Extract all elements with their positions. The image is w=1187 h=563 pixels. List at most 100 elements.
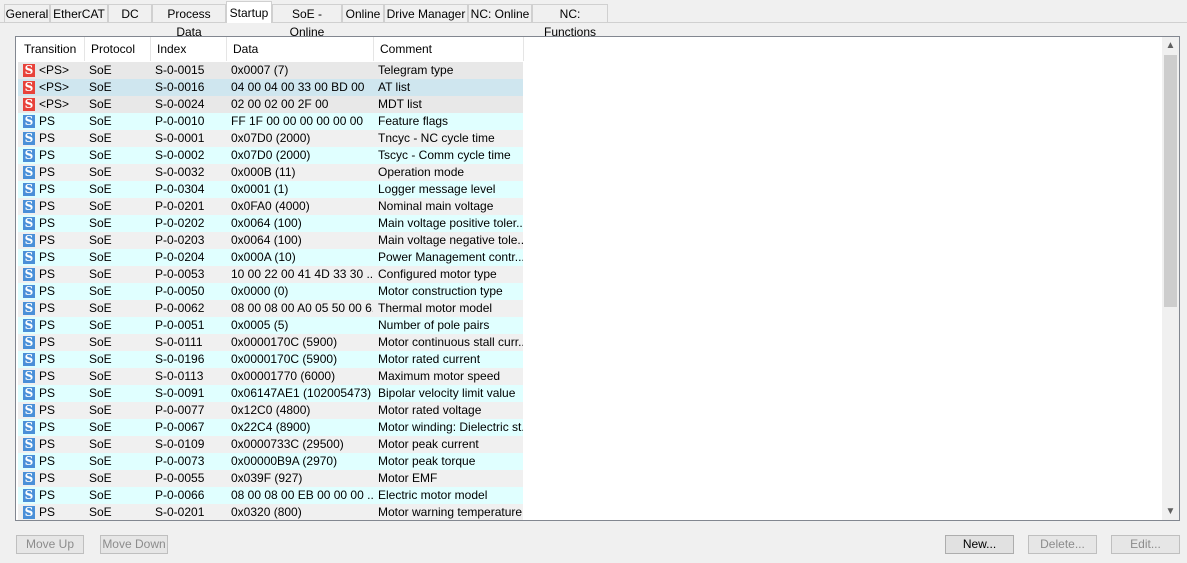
cell-data: 0x0064 (100) [231, 216, 302, 230]
table-row[interactable]: S PS SoE P-0-0051 0x0005 (5) Number of pole p… [18, 317, 523, 334]
table-row[interactable]: S PS SoE P-0-0010 FF 1F 00 00 00 00 00 00 Fea… [18, 113, 523, 130]
scroll-up-arrow-icon[interactable]: ▲ [1162, 37, 1179, 54]
table-row[interactable]: S PS SoE S-0-0001 0x07D0 (2000) Tncyc - NC cy… [18, 130, 523, 147]
table-row[interactable]: S PS SoE P-0-0304 0x0001 (1) Logger message l… [18, 181, 523, 198]
tab-nc-online[interactable]: NC: Online [468, 4, 532, 22]
table-row[interactable]: S PS SoE P-0-0073 0x00000B9A (2970) Motor pea… [18, 453, 523, 470]
cell-protocol: SoE [89, 63, 112, 77]
cell-index: S-0-0196 [155, 352, 205, 366]
cell-index: S-0-0002 [155, 148, 205, 162]
move-up-button[interactable]: Move Up [16, 535, 84, 554]
table-row[interactable]: S PS SoE S-0-0002 0x07D0 (2000) Tscyc - Comm … [18, 147, 523, 164]
new-button[interactable]: New... [945, 535, 1014, 554]
column-header-comment[interactable]: Comment [374, 37, 524, 61]
column-header-protocol[interactable]: Protocol [85, 37, 151, 61]
cell-transition: PS [39, 284, 56, 298]
table-row[interactable]: S PS SoE S-0-0201 0x0320 (800) Motor warning … [18, 504, 523, 520]
soe-icon: S [23, 352, 35, 366]
move-down-button[interactable]: Move Down [100, 535, 168, 554]
table-row[interactable]: S PS SoE P-0-0067 0x22C4 (8900) Motor winding… [18, 419, 523, 436]
startup-list[interactable]: Transition Protocol Index Data Comment S <PS>… [15, 36, 1180, 521]
cell-transition: PS [39, 403, 56, 417]
table-row[interactable]: S PS SoE S-0-0196 0x0000170C (5900) Motor rat… [18, 351, 523, 368]
table-row[interactable]: S PS SoE S-0-0032 0x000B (11) Operation mode [18, 164, 523, 181]
cell-data: 0x0000170C (5900) [231, 335, 338, 349]
scroll-down-arrow-icon[interactable]: ▼ [1162, 503, 1179, 520]
cell-transition: PS [39, 335, 56, 349]
cell-comment: Electric motor model [378, 488, 488, 502]
cell-comment: Tscyc - Comm cycle time [378, 148, 511, 162]
cell-protocol: SoE [89, 114, 112, 128]
tab-general[interactable]: General [4, 4, 50, 22]
column-header-transition[interactable]: Transition [18, 37, 85, 61]
tab-online[interactable]: Online [342, 4, 384, 22]
cell-protocol: SoE [89, 301, 112, 315]
cell-comment: Feature flags [378, 114, 449, 128]
table-row[interactable]: S PS SoE S-0-0113 0x00001770 (6000) Maximum m… [18, 368, 523, 385]
table-row[interactable]: S PS SoE P-0-0053 10 00 22 00 41 4D 33 30 ..… [18, 266, 523, 283]
cell-comment: MDT list [378, 97, 422, 111]
cell-protocol: SoE [89, 199, 112, 213]
table-row[interactable]: S PS SoE P-0-0203 0x0064 (100) Main voltage n… [18, 232, 523, 249]
tab-drive-manager[interactable]: Drive Manager [384, 4, 468, 22]
cell-comment: Maximum motor speed [378, 369, 501, 383]
edit-button[interactable]: Edit... [1111, 535, 1180, 554]
table-row[interactable]: S PS SoE S-0-0111 0x0000170C (5900) Motor con… [18, 334, 523, 351]
cell-protocol: SoE [89, 403, 112, 417]
table-row[interactable]: S PS SoE P-0-0066 08 00 08 00 EB 00 00 00 ..… [18, 487, 523, 504]
column-header-index[interactable]: Index [151, 37, 227, 61]
cell-protocol: SoE [89, 335, 112, 349]
soe-icon: S [23, 131, 35, 145]
cell-index: S-0-0015 [155, 63, 205, 77]
soe-icon: S [23, 505, 35, 519]
cell-index: P-0-0050 [155, 284, 205, 298]
table-row[interactable]: S PS SoE S-0-0091 0x06147AE1 (102005473) Bipo… [18, 385, 523, 402]
cell-data: 0x000A (10) [231, 250, 296, 264]
cell-protocol: SoE [89, 505, 112, 519]
cell-transition: <PS> [39, 80, 70, 94]
soe-icon: S [23, 165, 35, 179]
table-row[interactable]: S <PS> SoE S-0-0024 02 00 02 00 2F 00 MDT lis… [18, 96, 523, 113]
table-row[interactable]: S <PS> SoE S-0-0016 04 00 04 00 33 00 BD 00 A… [18, 79, 523, 96]
soe-icon: S [23, 233, 35, 247]
table-row[interactable]: S PS SoE P-0-0204 0x000A (10) Power Managemen… [18, 249, 523, 266]
table-row[interactable]: S PS SoE P-0-0050 0x0000 (0) Motor constructi… [18, 283, 523, 300]
tab-ethercat[interactable]: EtherCAT [50, 4, 108, 22]
table-row[interactable]: S PS SoE P-0-0062 08 00 08 00 A0 05 50 00 6.… [18, 300, 523, 317]
soe-icon: S [23, 335, 35, 349]
cell-comment: Motor rated voltage [378, 403, 482, 417]
table-row[interactable]: S PS SoE S-0-0109 0x0000733C (29500) Motor pe… [18, 436, 523, 453]
cell-comment: Telegram type [378, 63, 454, 77]
table-row[interactable]: S PS SoE P-0-0201 0x0FA0 (4000) Nominal main … [18, 198, 523, 215]
cell-data: 02 00 02 00 2F 00 [231, 97, 329, 111]
cell-data: 0x07D0 (2000) [231, 131, 311, 145]
cell-index: P-0-0077 [155, 403, 205, 417]
soe-icon: S [23, 386, 35, 400]
cell-transition: PS [39, 148, 56, 162]
table-row[interactable]: S PS SoE P-0-0055 0x039F (927) Motor EMF [18, 470, 523, 487]
tab-startup[interactable]: Startup [226, 1, 272, 23]
cell-data: 0x039F (927) [231, 471, 303, 485]
cell-comment: Tncyc - NC cycle time [378, 131, 495, 145]
cell-comment: Main voltage positive toler... [378, 216, 523, 230]
column-header-data[interactable]: Data [227, 37, 374, 61]
cell-index: P-0-0062 [155, 301, 205, 315]
scroll-thumb[interactable] [1164, 55, 1177, 307]
tab-dc[interactable]: DC [108, 4, 152, 22]
cell-data: 0x07D0 (2000) [231, 148, 311, 162]
cell-index: S-0-0016 [155, 80, 205, 94]
table-row[interactable]: S PS SoE P-0-0077 0x12C0 (4800) Motor rated v… [18, 402, 523, 419]
cell-index: P-0-0073 [155, 454, 205, 468]
tab-nc-functions[interactable]: NC: Functions [532, 4, 608, 39]
vertical-scrollbar[interactable]: ▲ ▼ [1162, 37, 1179, 520]
delete-button[interactable]: Delete... [1028, 535, 1097, 554]
table-row[interactable]: S <PS> SoE S-0-0015 0x0007 (7) Telegram type [18, 62, 523, 79]
soe-icon: S [23, 182, 35, 196]
soe-icon: S [23, 114, 35, 128]
tab-process-data[interactable]: Process Data [152, 4, 226, 39]
cell-comment: Motor construction type [378, 284, 503, 298]
cell-index: S-0-0032 [155, 165, 205, 179]
cell-transition: PS [39, 216, 56, 230]
tab-soe-online[interactable]: SoE - Online [272, 4, 342, 39]
table-row[interactable]: S PS SoE P-0-0202 0x0064 (100) Main voltage p… [18, 215, 523, 232]
